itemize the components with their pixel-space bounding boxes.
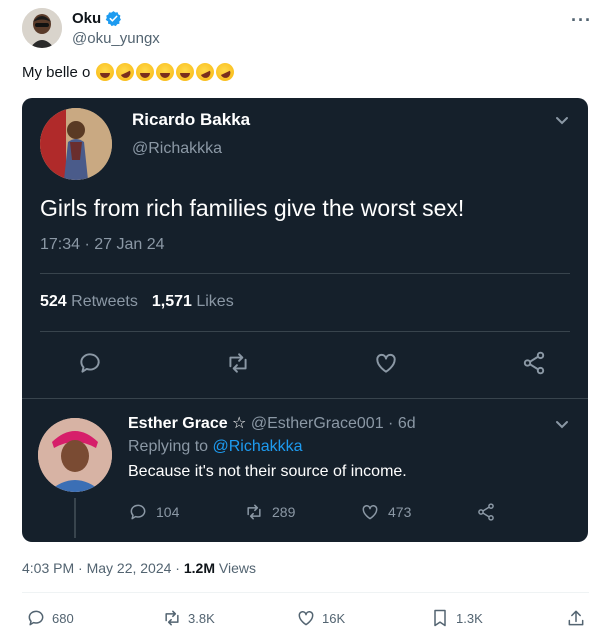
reply-icon <box>28 610 44 626</box>
quoted-author-name: Ricardo Bakka <box>132 110 251 129</box>
reply-author-avatar <box>38 418 112 492</box>
reply-retweets: 289 <box>244 502 360 522</box>
bookmark-count: 1.3K <box>456 610 483 626</box>
reply-count: 680 <box>52 610 74 626</box>
like-button[interactable]: 16K <box>296 608 345 628</box>
repost-icon <box>165 610 179 626</box>
heart-icon <box>376 353 396 373</box>
reply-text: Because it's not their source of income. <box>128 463 407 480</box>
author-name[interactable]: Oku <box>72 10 101 27</box>
author-handle[interactable]: @oku_yungx <box>72 30 160 47</box>
author-name-row: Oku <box>72 10 122 27</box>
divider <box>40 331 570 332</box>
divider <box>22 592 589 593</box>
more-options-icon[interactable]: ··· <box>571 10 592 31</box>
views-count: 1.2M <box>183 560 215 576</box>
quoted-tweet-actions <box>77 350 547 376</box>
rofl-emoji-icon <box>213 60 238 84</box>
like-count: 16K <box>322 610 346 626</box>
views-label: Views <box>214 560 256 576</box>
reply-author-handle: @EstherGrace001 · 6d <box>246 415 416 432</box>
quoted-author-avatar <box>40 108 112 180</box>
tweet-timestamp[interactable]: 4:03 PM · May 22, 2024 · <box>22 560 184 576</box>
rofl-emoji-icon <box>193 60 218 84</box>
author-avatar[interactable] <box>22 8 62 48</box>
repost-count: 3.8K <box>188 610 215 626</box>
bookmark-button[interactable]: 1.3K <box>430 608 483 628</box>
tweet-header: Oku @oku_yungx ··· <box>22 8 592 50</box>
verified-badge-icon <box>105 11 122 27</box>
joy-emoji-icon <box>96 63 115 81</box>
share-upload-icon <box>568 610 584 626</box>
reply-share <box>476 502 588 522</box>
retweet-icon <box>247 504 261 520</box>
joy-emoji-icon <box>156 63 175 81</box>
reply-icon <box>80 353 100 373</box>
reply-button[interactable]: 680 <box>26 608 74 628</box>
quoted-tweet-time: 17:34 · 27 Jan 24 <box>40 236 165 253</box>
reply-author-name: Esther Grace ☆ <box>128 415 247 432</box>
bookmark-icon <box>434 609 446 627</box>
heart-icon <box>362 504 378 520</box>
share-button[interactable] <box>566 608 586 628</box>
replying-to-handle: @Richakkka <box>212 438 303 455</box>
tweet-text: My belle o <box>22 60 238 84</box>
thread-line <box>74 498 76 538</box>
divider <box>22 398 588 399</box>
share-icon <box>478 503 494 521</box>
repost-button[interactable]: 3.8K <box>162 608 215 628</box>
tweet-meta: 4:03 PM · May 22, 2024 · 1.2M Views <box>22 560 256 576</box>
replying-to: Replying to @Richakkka <box>128 438 303 455</box>
share-icon <box>523 351 545 375</box>
chevron-down-icon <box>556 421 568 429</box>
rofl-emoji-icon <box>113 60 138 84</box>
tweet-actions: 680 3.8K 16K 1.3K <box>26 608 588 632</box>
reply-actions: 104 289 473 <box>128 502 588 522</box>
retweets-stat: 524 Retweets <box>40 293 138 310</box>
tweet-text-content: My belle o <box>22 63 91 81</box>
quoted-tweet-text: Girls from rich families give the worst … <box>40 195 465 221</box>
retweet-icon <box>229 353 247 373</box>
joy-emoji-icon <box>176 63 195 81</box>
joy-emoji-icon <box>136 63 155 81</box>
emoji-group <box>96 60 238 84</box>
reply-likes: 473 <box>360 502 476 522</box>
quoted-author-handle: @Richakkka <box>132 140 223 157</box>
chevron-down-icon <box>556 117 568 125</box>
reply-header: Esther Grace ☆ @EstherGrace001 · 6d <box>128 413 416 433</box>
likes-stat: 1,571 Likes <box>151 293 234 310</box>
quoted-tweet-stats: 524 Retweets 1,571 Likes <box>40 293 234 311</box>
heart-icon <box>298 610 314 626</box>
reply-replies: 104 <box>128 502 244 522</box>
embedded-screenshot[interactable]: Ricardo Bakka @Richakkka Girls from rich… <box>22 98 588 542</box>
reply-icon <box>130 504 146 520</box>
divider <box>40 273 570 274</box>
